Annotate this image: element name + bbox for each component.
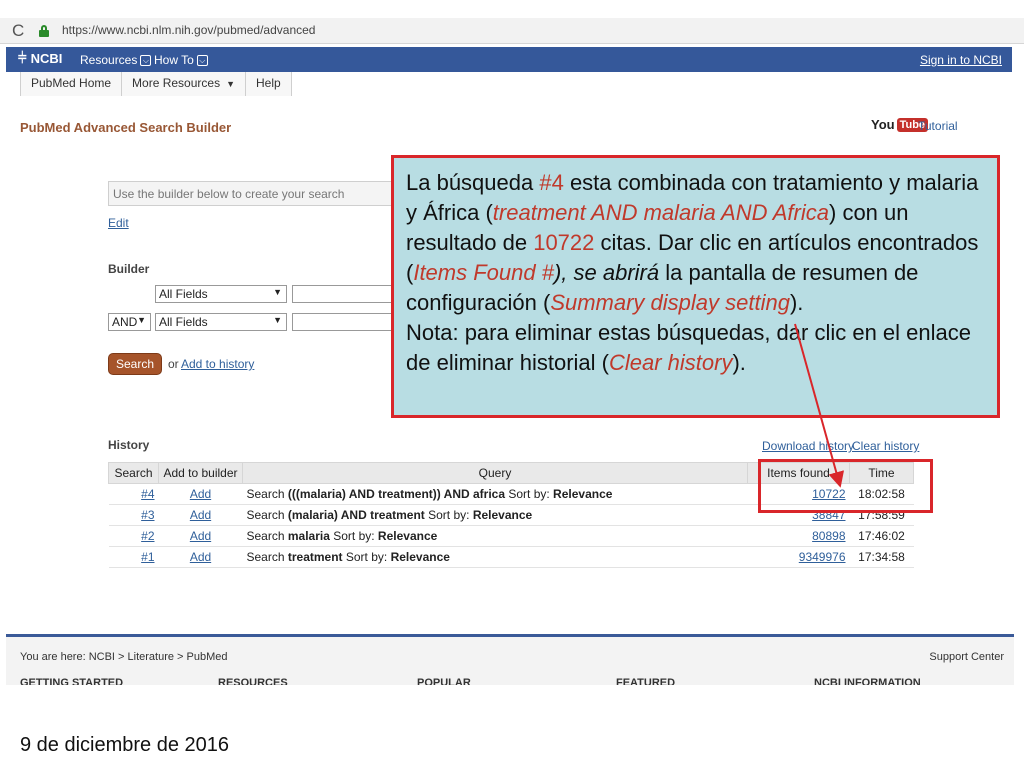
ncbi-logo[interactable]: ⫩ NCBI — [18, 50, 62, 67]
add-link[interactable]: Add — [158, 525, 243, 547]
search-button[interactable]: Search — [108, 353, 162, 375]
dropdown-arrow-icon: ▼ — [137, 315, 146, 325]
ncbi-logo-icon: ⫩ — [18, 50, 27, 67]
pubmed-subnav: PubMed Home More Resources ▼ Help — [20, 72, 292, 96]
howto-menu[interactable]: How To ⌵ — [154, 53, 208, 67]
page-footer: You are here: NCBI > Literature > PubMed… — [6, 637, 1014, 689]
term-input-2[interactable] — [292, 313, 396, 331]
tutorial-link[interactable]: Tutorial — [918, 119, 958, 133]
dropdown-arrow-icon: ▼ — [273, 287, 282, 297]
time-cell: 17:46:02 — [849, 525, 914, 547]
dropdown-arrow-icon: ▼ — [273, 315, 282, 325]
more-resources-menu[interactable]: More Resources ▼ — [122, 72, 246, 96]
breadcrumb: You are here: NCBI > Literature > PubMed — [20, 651, 228, 663]
query-cell: Search (((malaria) AND treatment)) AND a… — [242, 483, 748, 505]
col-header-query: Query — [242, 462, 748, 484]
download-history-link[interactable]: Download history — [762, 439, 854, 453]
time-cell: 17:34:58 — [849, 546, 914, 568]
refresh-icon[interactable]: C — [12, 21, 24, 41]
ncbi-top-bar: ⫩ NCBI Resources ⌵ How To ⌵ Sign in to NCBI — [6, 47, 1012, 72]
page-title: PubMed Advanced Search Builder — [20, 120, 232, 135]
col-header-search[interactable]: Search — [108, 462, 159, 484]
query-cell: Search malaria Sort by: Relevance — [242, 525, 748, 547]
search-number-link[interactable]: #3 — [108, 504, 159, 526]
items-found-link[interactable]: 80898 — [747, 525, 850, 547]
search-number-link[interactable]: #1 — [108, 546, 159, 568]
caret-down-icon: ▼ — [226, 79, 235, 89]
add-link[interactable]: Add — [158, 504, 243, 526]
search-number-link[interactable]: #4 — [108, 483, 159, 505]
signin-link[interactable]: Sign in to NCBI — [920, 53, 1002, 67]
history-row: #1 Add Search treatment Sort by: Relevan… — [108, 546, 914, 568]
or-text: or — [168, 357, 179, 371]
items-found-link[interactable]: 9349976 — [747, 546, 850, 568]
edit-link[interactable]: Edit — [108, 216, 129, 230]
clear-history-link[interactable]: Clear history — [852, 439, 919, 453]
history-row: #2 Add Search malaria Sort by: Relevance… — [108, 525, 914, 547]
search-number-link[interactable]: #2 — [108, 525, 159, 547]
add-link[interactable]: Add — [158, 546, 243, 568]
chevron-down-icon: ⌵ — [140, 54, 152, 66]
items-found-highlight-box — [758, 459, 933, 513]
resources-menu[interactable]: Resources ⌵ — [80, 53, 152, 67]
add-link[interactable]: Add — [158, 483, 243, 505]
history-heading: History — [108, 438, 150, 452]
builder-heading: Builder — [108, 262, 150, 276]
field-select-1[interactable]: All Fields ▼ — [155, 285, 287, 303]
term-input-1[interactable] — [292, 285, 396, 303]
annotation-callout: La búsqueda #4 esta combinada con tratam… — [391, 155, 1000, 418]
operator-select[interactable]: AND ▼ — [108, 313, 151, 331]
add-to-history-link[interactable]: Add to history — [181, 357, 254, 371]
url-field[interactable]: https://www.ncbi.nlm.nih.gov/pubmed/adva… — [62, 23, 315, 37]
query-cell: Search treatment Sort by: Relevance — [242, 546, 748, 568]
pubmed-home-link[interactable]: PubMed Home — [20, 72, 123, 96]
slide: { "browser": { "url": "https://www.ncbi.… — [0, 0, 1024, 768]
lock-icon — [39, 25, 49, 37]
field-select-2[interactable]: All Fields ▼ — [155, 313, 287, 331]
support-center-link[interactable]: Support Center — [929, 651, 1004, 663]
query-box[interactable]: Use the builder below to create your sea… — [108, 181, 398, 206]
slide-date: 9 de diciembre de 2016 — [20, 734, 230, 756]
col-header-add: Add to builder — [158, 462, 243, 484]
chevron-down-icon: ⌵ — [196, 54, 208, 66]
query-cell: Search (malaria) AND treatment Sort by: … — [242, 504, 748, 526]
browser-address-bar: C https://www.ncbi.nlm.nih.gov/pubmed/ad… — [0, 18, 1024, 44]
help-link[interactable]: Help — [246, 72, 292, 96]
